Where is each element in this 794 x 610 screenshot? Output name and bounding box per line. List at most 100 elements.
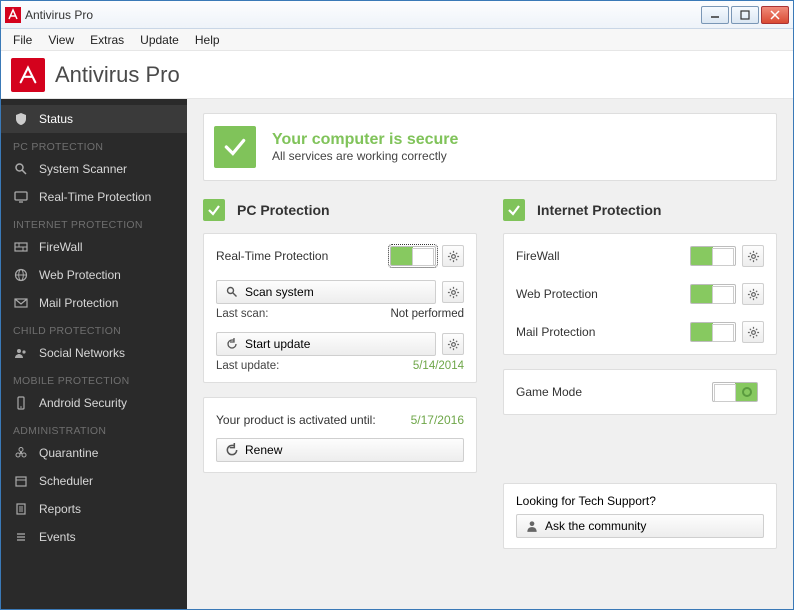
sidebar-item-status[interactable]: Status [1, 105, 187, 133]
realtime-label: Real-Time Protection [216, 249, 390, 263]
sidebar-item-label: Web Protection [39, 268, 121, 282]
last-scan-value: Not performed [390, 308, 464, 320]
status-headline: Your computer is secure [272, 131, 458, 149]
last-update-label: Last update: [216, 360, 279, 372]
web-protection-settings-button[interactable] [742, 283, 764, 305]
scan-system-button[interactable]: Scan system [216, 280, 436, 304]
phone-icon [13, 395, 29, 411]
sidebar-item-system-scanner[interactable]: System Scanner [1, 155, 187, 183]
sidebar-item-label: Quarantine [39, 446, 98, 460]
refresh-icon [225, 443, 239, 457]
renew-button[interactable]: Renew [216, 438, 464, 462]
minimize-button[interactable] [701, 6, 729, 24]
activation-label: Your product is activated until: [216, 413, 411, 427]
sidebar-item-events[interactable]: Events [1, 523, 187, 551]
sidebar-item-scheduler[interactable]: Scheduler [1, 467, 187, 495]
sidebar-item-social[interactable]: Social Networks [1, 339, 187, 367]
sidebar-item-realtime[interactable]: Real-Time Protection [1, 183, 187, 211]
firewall-settings-button[interactable] [742, 245, 764, 267]
internet-protection-title: Internet Protection [537, 202, 661, 218]
main-content: Your computer is secure All services are… [187, 99, 793, 609]
firewall-icon [13, 239, 29, 255]
monitor-icon [13, 189, 29, 205]
list-icon [13, 529, 29, 545]
mail-protection-toggle[interactable] [690, 322, 736, 342]
button-label: Start update [245, 337, 310, 351]
document-icon [13, 501, 29, 517]
shield-icon [13, 111, 29, 127]
maximize-button[interactable] [731, 6, 759, 24]
magnifier-icon [13, 161, 29, 177]
sidebar-item-quarantine[interactable]: Quarantine [1, 439, 187, 467]
firewall-toggle[interactable] [690, 246, 736, 266]
sidebar-item-webprot[interactable]: Web Protection [1, 261, 187, 289]
sidebar-item-label: FireWall [39, 240, 83, 254]
check-icon [214, 126, 256, 168]
sidebar-item-label: Status [39, 112, 73, 126]
sidebar-item-label: System Scanner [39, 162, 127, 176]
realtime-settings-button[interactable] [442, 245, 464, 267]
titlebar: Antivirus Pro [1, 1, 793, 29]
sidebar-item-label: Mail Protection [39, 296, 118, 310]
scan-settings-button[interactable] [442, 281, 464, 303]
button-label: Renew [245, 443, 282, 457]
menu-view[interactable]: View [40, 31, 82, 49]
calendar-icon [13, 473, 29, 489]
sidebar-item-mailprot[interactable]: Mail Protection [1, 289, 187, 317]
support-question: Looking for Tech Support? [516, 494, 764, 508]
refresh-icon [225, 337, 239, 351]
pc-protection-panel: Real-Time Protection Scan system [203, 233, 477, 383]
last-scan-label: Last scan: [216, 308, 268, 320]
activation-date: 5/17/2016 [411, 413, 464, 427]
sidebar-section-internet: INTERNET PROTECTION [1, 211, 187, 233]
menu-extras[interactable]: Extras [82, 31, 132, 49]
sidebar-item-firewall[interactable]: FireWall [1, 233, 187, 261]
app-window: Antivirus Pro File View Extras Update He… [0, 0, 794, 610]
internet-protection-panel: FireWall Web Protection Mail Protection [503, 233, 777, 355]
activation-panel: Your product is activated until: 5/17/20… [203, 397, 477, 473]
update-settings-button[interactable] [442, 333, 464, 355]
menu-update[interactable]: Update [132, 31, 187, 49]
menu-file[interactable]: File [5, 31, 40, 49]
realtime-toggle[interactable] [390, 246, 436, 266]
internet-protection-column: Internet Protection FireWall Web Protect… [503, 199, 777, 563]
last-update-value: 5/14/2014 [413, 360, 464, 372]
menu-help[interactable]: Help [187, 31, 228, 49]
firewall-label: FireWall [516, 249, 690, 263]
game-mode-label: Game Mode [516, 385, 712, 399]
magnifier-icon [225, 285, 239, 299]
sidebar-item-android[interactable]: Android Security [1, 389, 187, 417]
pc-protection-title: PC Protection [237, 202, 330, 218]
pc-protection-column: PC Protection Real-Time Protection Scan … [203, 199, 477, 563]
brand-logo-icon [11, 58, 45, 92]
game-mode-toggle[interactable] [712, 382, 758, 402]
status-subtext: All services are working correctly [272, 149, 458, 163]
globe-icon [13, 267, 29, 283]
sidebar-item-reports[interactable]: Reports [1, 495, 187, 523]
check-icon [503, 199, 525, 221]
web-protection-label: Web Protection [516, 287, 690, 301]
button-label: Ask the community [545, 519, 646, 533]
sidebar-item-label: Real-Time Protection [39, 190, 151, 204]
start-update-button[interactable]: Start update [216, 332, 436, 356]
biohazard-icon [13, 445, 29, 461]
sidebar-item-label: Android Security [39, 396, 127, 410]
ask-community-button[interactable]: Ask the community [516, 514, 764, 538]
status-card: Your computer is secure All services are… [203, 113, 777, 181]
sidebar: Status PC PROTECTION System Scanner Real… [1, 99, 187, 609]
sidebar-item-label: Social Networks [39, 346, 125, 360]
sidebar-section-mobile: MOBILE PROTECTION [1, 367, 187, 389]
mail-protection-label: Mail Protection [516, 325, 690, 339]
check-icon [203, 199, 225, 221]
support-panel: Looking for Tech Support? Ask the commun… [503, 483, 777, 549]
person-icon [525, 519, 539, 533]
button-label: Scan system [245, 285, 314, 299]
web-protection-toggle[interactable] [690, 284, 736, 304]
mail-icon [13, 295, 29, 311]
mail-protection-settings-button[interactable] [742, 321, 764, 343]
app-icon [5, 7, 21, 23]
sidebar-section-admin: ADMINISTRATION [1, 417, 187, 439]
sidebar-section-pc: PC PROTECTION [1, 133, 187, 155]
sidebar-item-label: Scheduler [39, 474, 93, 488]
close-button[interactable] [761, 6, 789, 24]
